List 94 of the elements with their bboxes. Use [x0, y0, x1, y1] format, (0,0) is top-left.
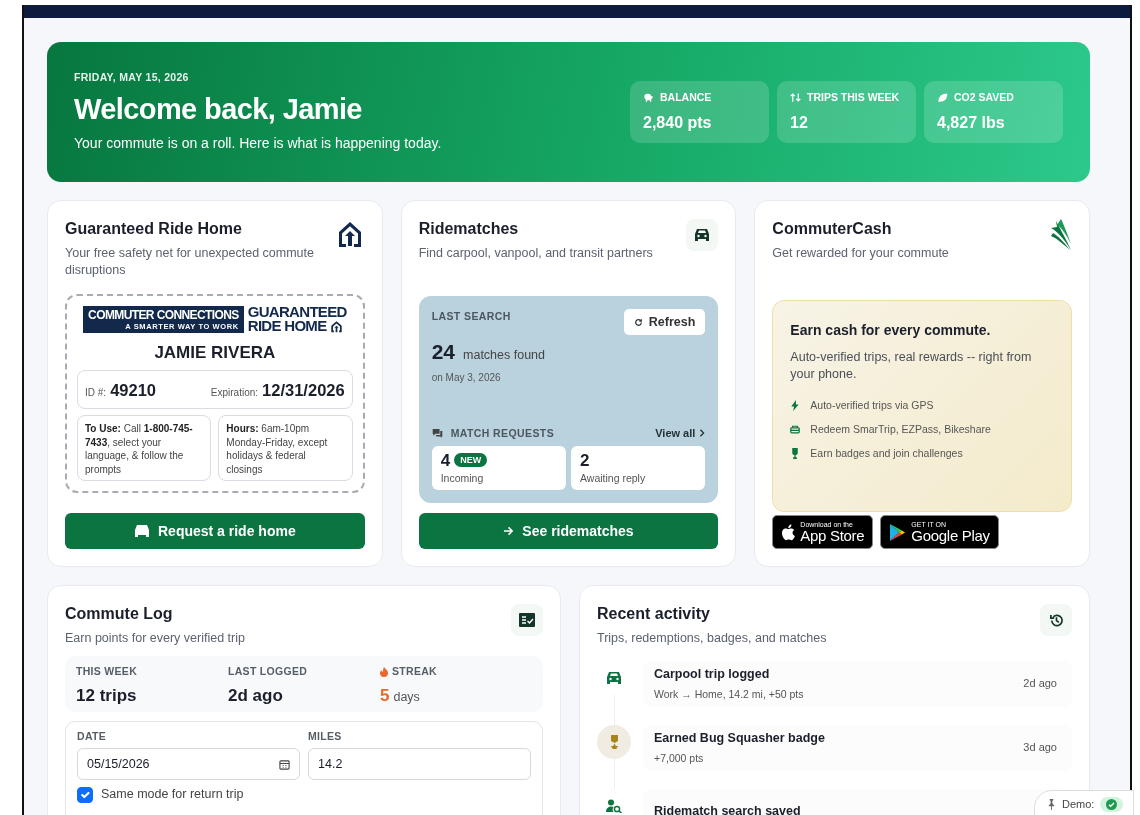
activity-title: Carpool trip logged — [654, 665, 771, 683]
pin-icon — [1047, 798, 1056, 810]
trophy-icon — [791, 448, 800, 460]
stat-value: 2,840 pts — [643, 112, 713, 133]
apple-icon — [781, 523, 796, 541]
stat-value: 4,827 lbs — [937, 112, 1006, 133]
activity-detail: +7,000 pts — [654, 750, 705, 766]
leaf-icon — [937, 92, 948, 104]
streak-unit: days — [393, 689, 420, 707]
section-label: MATCH REQUESTS — [450, 425, 555, 441]
car-icon — [694, 228, 711, 242]
card-subtitle: Get rewarded for your commute — [772, 244, 949, 262]
expiration-label: Expiration: — [210, 385, 259, 400]
history-icon — [1048, 612, 1064, 628]
request-label: Incoming — [440, 472, 485, 485]
stat-label: CO2 SAVED — [954, 90, 1014, 105]
card-subtitle: Earn points for every verified trip — [65, 629, 245, 647]
banner-date: FRIDAY, MAY 15, 2026 — [74, 69, 190, 85]
field-label: DATE — [77, 728, 106, 744]
promo-heading: Earn cash for every commute. — [790, 320, 992, 340]
expiration-date: 12/31/2026 — [262, 379, 345, 401]
card-title: Guaranteed Ride Home — [65, 219, 243, 239]
flame-icon — [380, 666, 388, 677]
swap-arrows-icon — [790, 92, 801, 104]
stat-value: 2d ago — [228, 685, 283, 708]
activity-time: 2d ago — [1023, 676, 1057, 692]
hours-note: Hours: 6am-10pm Monday-Friday, except holidays & federal closings — [218, 415, 353, 482]
play-triangle-icon — [889, 522, 907, 542]
stat-label: THIS WEEK — [76, 663, 138, 679]
card-title: Recent activity — [597, 604, 711, 624]
member-name: JAMIE RIVERA — [153, 341, 277, 364]
house-arrow-icon — [330, 320, 344, 334]
feature-text: Redeem SmarTrip, EZPass, Bikeshare — [810, 421, 991, 437]
stat-value: 12 trips — [76, 685, 137, 708]
demo-label: Demo: — [1062, 797, 1095, 812]
chat-icon — [431, 428, 443, 439]
card-subtitle: Find carpool, vanpool, and transit partners — [418, 244, 653, 262]
card-subtitle: Trips, redemptions, badges, and matches — [597, 629, 827, 647]
check-circle-icon — [1106, 798, 1118, 810]
banner-title: Welcome back, Jamie — [74, 92, 363, 128]
card-title: Commute Log — [65, 604, 174, 624]
person-search-icon — [606, 798, 622, 813]
view-all-link[interactable]: View all — [655, 425, 706, 442]
activity-title: Earned Bug Squasher badge — [654, 729, 825, 747]
car-icon — [606, 670, 622, 685]
ticket-icon — [790, 425, 801, 435]
car-icon — [134, 524, 150, 538]
field-label: MILES — [308, 728, 342, 744]
request-ride-button[interactable]: Request a ride home — [65, 513, 365, 549]
activity-detail: Work → Home, 14.2 mi, +50 pts — [654, 686, 804, 702]
card-title: Ridematches — [418, 219, 520, 239]
match-count-label: matches found — [463, 347, 546, 365]
stat-label: BALANCE — [660, 90, 712, 105]
request-label: Awaiting reply — [580, 472, 647, 485]
card-title: CommuterCash — [772, 219, 893, 239]
stat-value: 12 — [790, 112, 809, 133]
lightning-icon — [791, 400, 800, 412]
match-count: 24 — [431, 339, 456, 366]
stat-label: STREAK — [392, 663, 437, 679]
request-count: 4 — [440, 450, 451, 470]
refresh-button[interactable]: Refresh — [623, 308, 706, 336]
promo-text: Auto-verified trips, real rewards -- right from your phone. — [790, 348, 1033, 384]
stat-label: LAST LOGGED — [228, 663, 308, 679]
swoosh-logo-icon — [1050, 219, 1072, 252]
program-name: GUARANTEED — [247, 304, 347, 320]
piggy-bank-icon — [643, 92, 654, 104]
program-name: RIDE HOME — [247, 319, 327, 334]
banner-subtitle: Your commute is on a roll. Here is what is happening today. — [74, 134, 442, 154]
logo-name: COMMUTER CONNECTIONS — [88, 308, 239, 322]
request-count: 2 — [580, 450, 590, 470]
section-label: LAST SEARCH — [431, 308, 512, 324]
refresh-icon — [633, 317, 643, 327]
activity-title: Ridematch search saved — [654, 803, 801, 815]
member-id: 49210 — [110, 379, 156, 401]
arrow-right-icon — [503, 526, 515, 536]
calendar-icon — [279, 758, 290, 770]
stat-label: TRIPS THIS WEEK — [807, 90, 900, 105]
card-subtitle: Your free safety net for unexpected commute disruptions — [65, 244, 315, 279]
miles-field[interactable]: 14.2 — [308, 748, 531, 781]
new-badge: NEW — [454, 452, 488, 467]
return-trip-checkbox[interactable] — [77, 786, 93, 803]
search-date: on May 3, 2026 — [431, 370, 502, 385]
checklist-icon — [519, 613, 535, 627]
feature-text: Earn badges and join challenges — [810, 445, 963, 461]
checkbox-label: Same mode for return trip — [101, 786, 244, 804]
chevron-right-icon — [699, 429, 706, 438]
id-label: ID #: — [85, 385, 107, 400]
date-field[interactable]: 05/15/2026 — [77, 748, 300, 781]
activity-time: 3d ago — [1023, 740, 1057, 756]
feature-text: Auto-verified trips via GPS — [810, 397, 934, 413]
usage-instructions: To Use: Call 1-800-745-7433, select your language, & follow the prompts — [77, 415, 212, 482]
see-ridematches-button[interactable]: See ridematches — [418, 513, 719, 549]
medal-icon — [608, 734, 620, 749]
streak-count: 5 — [380, 685, 390, 708]
